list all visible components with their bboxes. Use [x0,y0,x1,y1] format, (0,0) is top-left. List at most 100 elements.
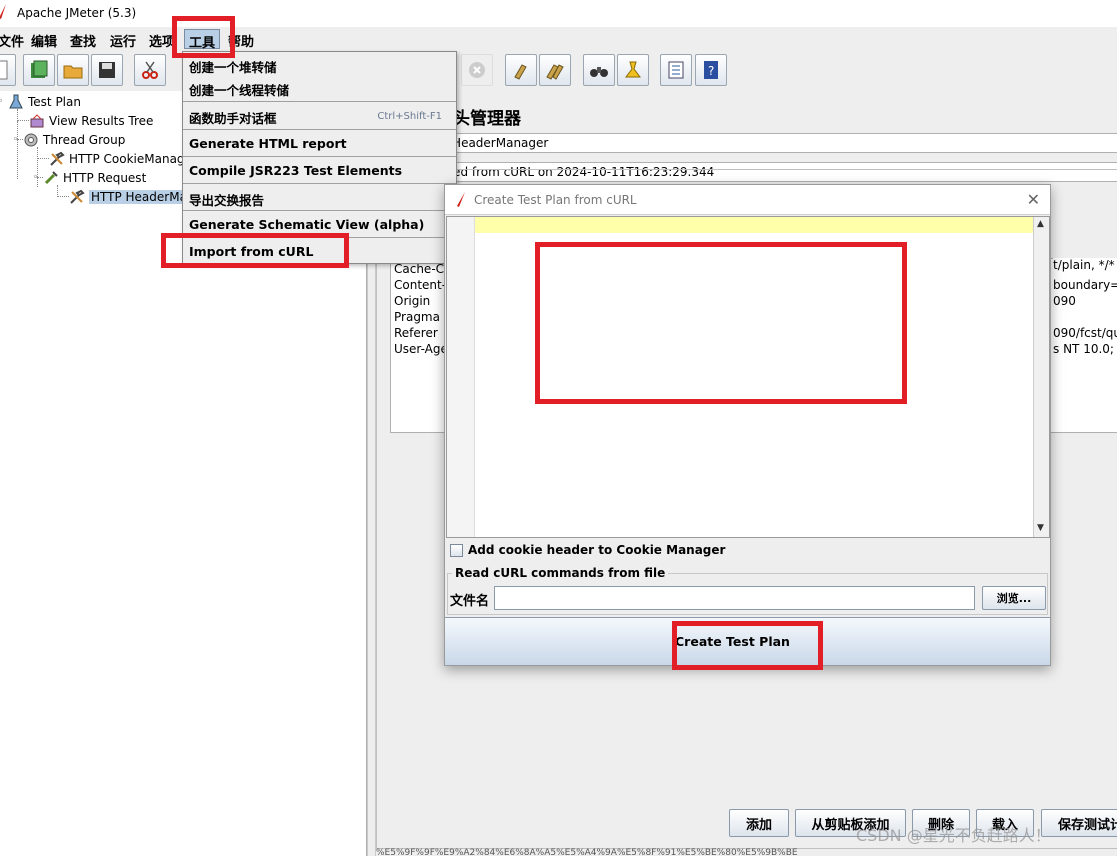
shortcut-label: Ctrl+Shift-F1 [377,111,442,122]
results-tree-icon [30,113,44,127]
collapse-toggle-icon[interactable]: ◦ [33,173,43,183]
header-value[interactable]: 090 [1053,294,1117,308]
header-value[interactable]: s NT 10.0; W [1053,342,1117,356]
tree-node-thread-group[interactable]: ◦ Thread Group [13,130,125,149]
dialog-title: Create Test Plan from cURL [474,193,637,207]
header-value[interactable]: boundary=-- [1053,278,1117,292]
clear-button[interactable] [505,54,537,86]
header-value-accept[interactable]: t/plain, */* [1053,258,1117,272]
header-name[interactable]: Referer [394,326,438,340]
jmeter-feather-icon [457,192,465,207]
menu-item-export-report[interactable]: 导出交换报告 [183,190,456,209]
filename-label: 文件名 [450,594,490,609]
close-icon[interactable]: ✕ [1027,190,1040,209]
test-plan-flask-icon [9,94,23,108]
csdn-watermark: CSDN @星光不负赶路人！ [856,826,1051,845]
line-number-gutter [447,217,475,537]
cookie-checkbox-label: Add cookie header to Cookie Manager [468,543,726,557]
menu-run[interactable]: 运行 [106,31,140,50]
menu-item-generate-html-report[interactable]: Generate HTML report [183,136,456,151]
vertical-scrollbar[interactable]: ▲ ▼ [1033,217,1049,537]
menu-tools[interactable]: 工具 [184,29,221,51]
menu-item-compile-jsr223[interactable]: Compile JSR223 Test Elements [183,163,456,178]
curl-import-dialog: Create Test Plan from cURL ✕ ▲ ▼ Add coo… [444,184,1051,666]
menu-item-heap-dump[interactable]: 创建一个堆转储 [183,57,456,76]
name-field[interactable]: P HeaderManager [436,133,1117,153]
add-button[interactable]: 添加 [729,809,789,837]
save-button[interactable] [91,54,123,86]
status-strip: %E5%9F%9F%E9%A2%84%E6%8A%A5%E5%A4%9A%E5%… [376,848,798,856]
header-value[interactable]: 090/fcst/quyu [1053,326,1117,340]
save-disk-icon [99,62,115,78]
create-test-plan-button[interactable]: Create Test Plan [445,617,1050,665]
tree-node-test-plan[interactable]: ◦ Test Plan [0,92,81,111]
menu-edit[interactable]: 编辑 [27,31,61,50]
filename-input[interactable] [494,586,975,610]
menu-item-thread-dump[interactable]: 创建一个线程转储 [183,80,456,99]
cookie-manager-option[interactable]: Add cookie header to Cookie Manager [450,543,725,557]
help-button[interactable]: ? [695,54,727,86]
menu-item-function-helper[interactable]: 函数助手对话框 Ctrl+Shift-F1 [183,108,456,128]
stop-disabled-icon [469,62,485,78]
scissors-icon [142,61,158,79]
menubar: 文件 编辑 查找 运行 选项 工具 帮助 [0,27,1117,51]
tree-node-header-manager[interactable]: HTTP HeaderMa [69,187,189,206]
file-group-title: Read cURL commands from file [452,566,669,580]
svg-text:?: ? [708,64,714,78]
read-from-file-group: Read cURL commands from file 文件名 浏览... [447,566,1048,615]
header-name[interactable]: Origin [394,294,430,308]
sampler-pipette-icon [44,170,58,184]
menu-file[interactable]: 文件 [0,31,28,50]
menu-item-import-from-curl[interactable]: Import from cURL [183,244,456,259]
new-file-icon [0,60,8,80]
menu-separator [183,210,456,211]
window-titlebar: Apache JMeter (5.3) [0,0,1117,27]
menu-search[interactable]: 查找 [66,31,100,50]
binoculars-icon [590,67,608,77]
collapse-toggle-icon[interactable]: ◦ [13,135,23,145]
templates-book-icon [31,60,48,78]
tree-node-view-results-tree[interactable]: View Results Tree [29,111,153,130]
browse-button[interactable]: 浏览... [982,586,1046,610]
wrench-icon [50,151,65,166]
menu-separator [183,129,456,130]
thread-group-gear-icon [24,133,38,146]
clear-all-button[interactable] [539,54,571,86]
function-helper-button[interactable] [660,54,692,86]
menu-options[interactable]: 选项 [145,31,179,50]
menu-item-label: 函数助手对话框 [189,111,277,126]
scroll-up-icon[interactable]: ▲ [1037,219,1044,229]
tree-node-cookie-manager[interactable]: HTTP CookieManag [49,149,185,168]
reset-search-button[interactable] [617,54,649,86]
menu-separator [183,183,456,184]
save-test-plan-button[interactable]: 保存测试计 [1041,809,1117,837]
help-question-icon: ? [704,61,718,79]
cookie-checkbox[interactable] [450,543,463,557]
menu-separator [183,101,456,102]
window-title: Apache JMeter (5.3) [17,6,137,20]
templates-button[interactable] [23,54,55,86]
menu-help[interactable]: 帮助 [224,31,258,50]
cut-button[interactable] [134,54,166,86]
scroll-down-icon[interactable]: ▼ [1037,523,1044,533]
wrench-icon [70,189,85,204]
list-icon [668,61,684,79]
open-button[interactable] [57,54,89,86]
menu-item-schematic-view[interactable]: Generate Schematic View (alpha) [183,217,456,232]
search-button[interactable] [583,54,615,86]
header-name[interactable]: Cache-Co [394,262,451,276]
header-name[interactable]: User-Age [394,342,448,356]
comment-field[interactable]: ated from cURL on 2024-10-11T16:23:29.34… [436,162,1117,182]
dialog-titlebar: Create Test Plan from cURL ✕ [445,185,1050,215]
tree-node-http-request[interactable]: ◦ HTTP Request [33,168,146,187]
create-test-plan-label: Create Test Plan [675,634,790,649]
menu-separator [183,156,456,157]
tools-menu-dropdown: 创建一个堆转储 创建一个线程转储 函数助手对话框 Ctrl+Shift-F1 G… [182,51,457,264]
curl-command-textarea[interactable]: ▲ ▼ [446,216,1050,538]
header-name[interactable]: Pragma [394,310,440,324]
clear-all-broom-icon [546,64,564,80]
jmeter-feather-icon [0,4,6,19]
collapse-toggle-icon[interactable]: ◦ [0,97,8,107]
new-button[interactable] [0,54,16,86]
stop-button[interactable] [461,54,493,86]
